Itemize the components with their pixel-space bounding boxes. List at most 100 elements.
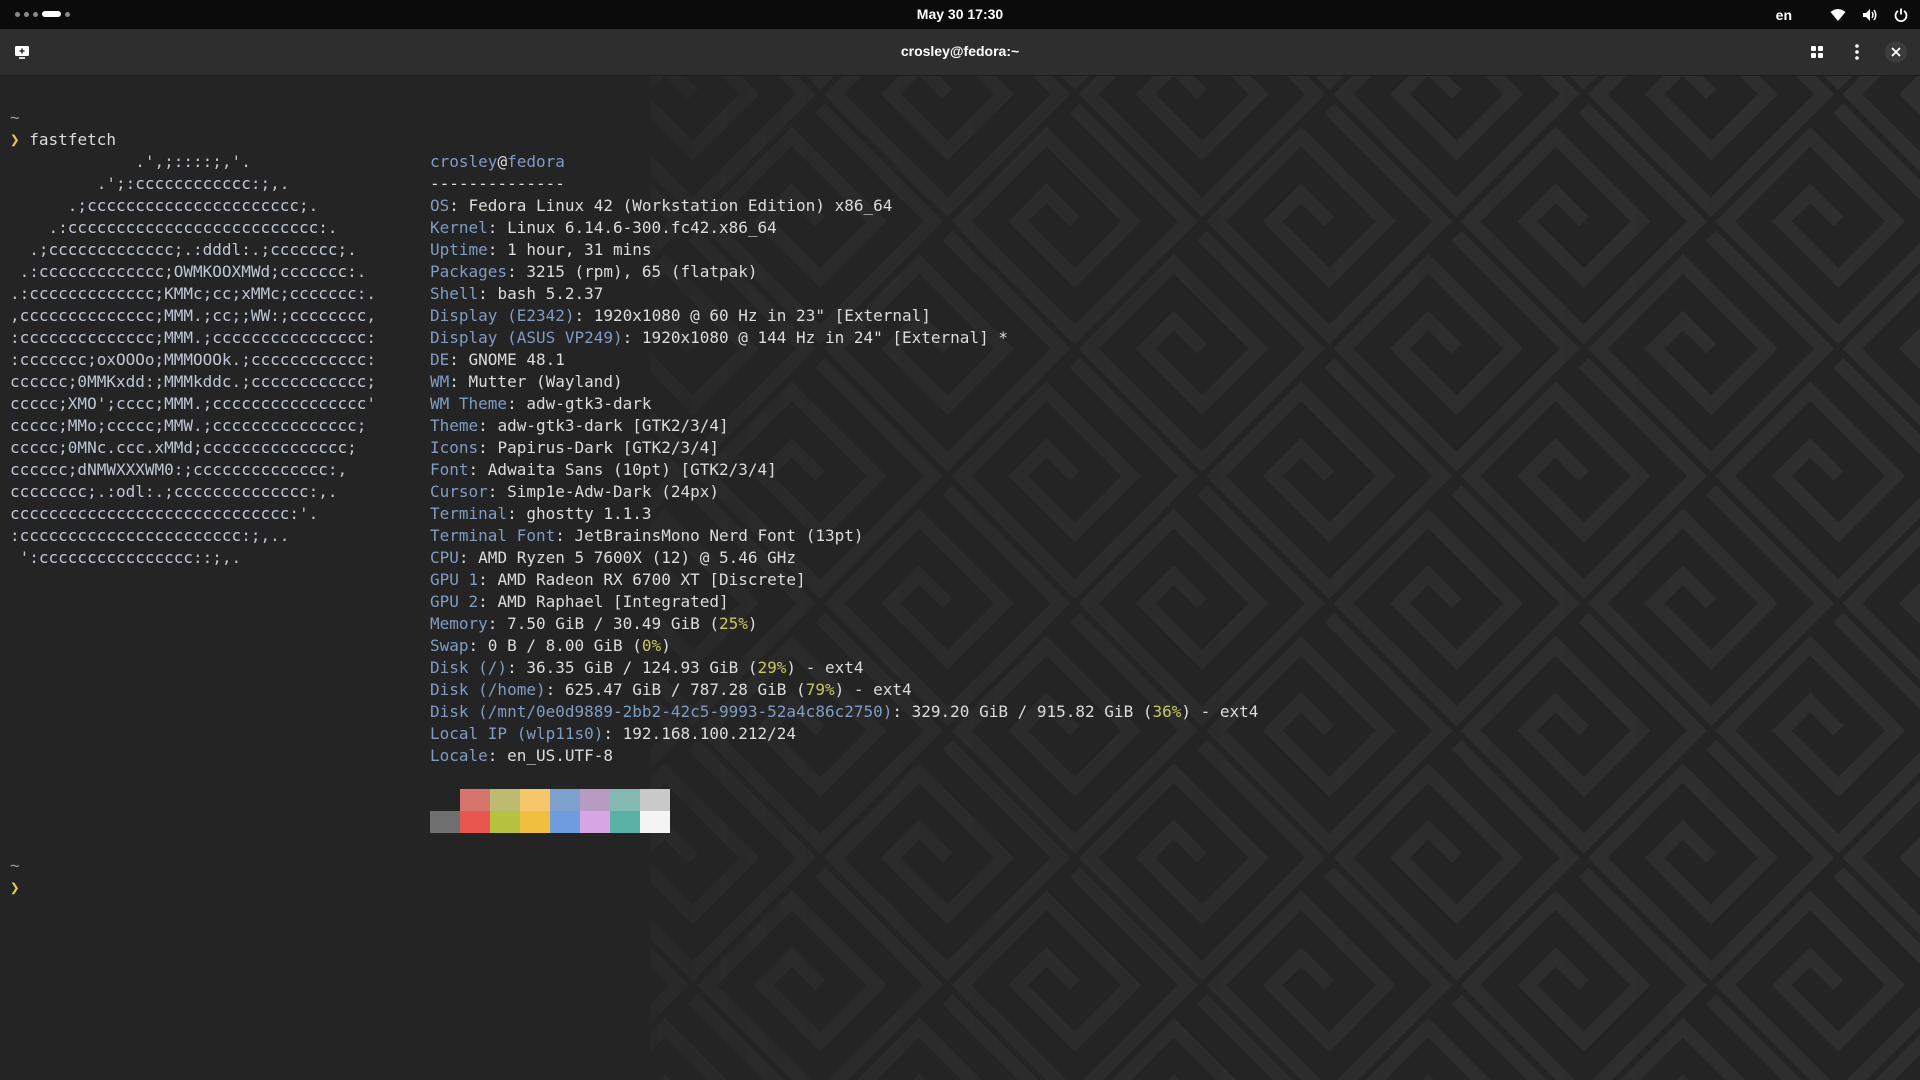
command-text: fastfetch (29, 130, 116, 149)
info-value: : 1920x1080 @ 144 Hz in 24" [External] * (622, 328, 1008, 347)
user-host: crosley@fedora (430, 151, 565, 173)
info-tail: ) - ext4 (786, 658, 864, 677)
ascii-logo-line: .;ccccccccccccc;.:dddl:.;ccccccc;. (10, 240, 357, 259)
palette-swatch (550, 811, 580, 833)
at-sign: @ (497, 152, 508, 171)
ascii-logo-line: ccccc;0MNc.ccc.xMMd;ccccccccccccccc; (10, 438, 357, 457)
info-row: Local IP (wlp11s0): 192.168.100.212/24 (430, 723, 796, 745)
workspace-dot[interactable] (65, 11, 70, 17)
active-prompt[interactable]: ❯ (10, 877, 20, 899)
workspace-dot[interactable] (15, 11, 20, 17)
main-menu-button[interactable] (1843, 38, 1871, 66)
volume-icon[interactable] (1862, 8, 1878, 22)
info-key: Icons (430, 438, 479, 457)
info-value: : 3215 (rpm), 65 (flatpak) (507, 262, 758, 281)
info-key: Kernel (430, 218, 488, 237)
ascii-logo-line: cccccc;0MMKxdd:;MMMkddc.;cccccccccccc; (10, 372, 377, 391)
wifi-icon[interactable] (1830, 8, 1846, 22)
info-key: Terminal Font (430, 526, 556, 545)
info-value: : AMD Raphael [Integrated] (478, 592, 729, 611)
ascii-logo-line: :cccccccccccccc;MMM.;cccccccccccccccc: (10, 328, 377, 347)
info-tail: ) - ext4 (834, 680, 912, 699)
activities-button[interactable] (15, 11, 70, 17)
hostname: fedora (507, 152, 565, 171)
info-row: Theme: adw-gtk3-dark [GTK2/3/4] (430, 415, 729, 437)
info-value: : en_US.UTF-8 (487, 746, 614, 765)
info-key: GPU 2 (430, 592, 479, 611)
ascii-logo-line: .:ccccccccccccc;OWMKOOXMWd;ccccccc:. (10, 262, 367, 281)
ascii-logo-line: cccccc;dNMWXXXWM0:;cccccccccccccc:, (10, 460, 348, 479)
ascii-logo-line: :ccccccc;oxOOOo;MMMOOOk.;cccccccccccc: (10, 350, 377, 369)
info-tail: ) (661, 636, 671, 655)
info-row: Locale: en_US.UTF-8 (430, 745, 613, 767)
info-key: Font (430, 460, 469, 479)
terminal-view[interactable]: ~ ❯ fastfetch .',;::::;,'. .';:ccccccccc… (0, 76, 1920, 1080)
new-tab-icon (15, 46, 29, 59)
info-value: : 0 B / 8.00 GiB ( (468, 636, 642, 655)
info-row: CPU: AMD Ryzen 5 7600X (12) @ 5.46 GHz (430, 547, 796, 569)
info-row: DE: GNOME 48.1 (430, 349, 565, 371)
info-row: Packages: 3215 (rpm), 65 (flatpak) (430, 261, 758, 283)
info-row: WM Theme: adw-gtk3-dark (430, 393, 652, 415)
palette-swatch (580, 789, 610, 811)
info-key: GPU 1 (430, 570, 479, 589)
info-key: Display (E2342) (430, 306, 575, 325)
workspace-dot[interactable] (33, 11, 38, 17)
info-row: OS: Fedora Linux 42 (Workstation Edition… (430, 195, 892, 217)
terminal-headerbar: crosley@fedora:~ (0, 29, 1920, 76)
info-value: : adw-gtk3-dark (507, 394, 652, 413)
info-row: Kernel: Linux 6.14.6-300.fc42.x86_64 (430, 217, 777, 239)
info-key: Terminal (430, 504, 508, 523)
tab-overview-icon (1811, 46, 1823, 58)
info-key: Local IP (wlp11s0) (430, 724, 604, 743)
workspace-active-pill[interactable] (42, 11, 61, 17)
palette-swatch (520, 811, 550, 833)
info-row: Terminal Font: JetBrainsMono Nerd Font (… (430, 525, 863, 547)
info-value: : 192.168.100.212/24 (603, 724, 797, 743)
prompt-path: ~ (10, 108, 20, 127)
info-row: Disk (/home): 625.47 GiB / 787.28 GiB (7… (430, 679, 912, 701)
command-line[interactable]: ❯ fastfetch (10, 129, 116, 151)
info-key: WM Theme (430, 394, 508, 413)
ascii-logo-line: :ccccccccccccccccccccccc:;,.. (10, 526, 290, 545)
info-key: Shell (430, 284, 479, 303)
ascii-logo-line: .;cccccccccccccccccccccc;. (10, 196, 319, 215)
info-value: : Simp1e-Adw-Dark (24px) (487, 482, 719, 501)
info-value: : bash 5.2.37 (478, 284, 604, 303)
tab-overview-button[interactable] (1803, 38, 1831, 66)
info-row: Disk (/mnt/0e0d9889-2bb2-42c5-9993-52a4c… (430, 701, 1258, 723)
input-language[interactable]: en (1776, 7, 1792, 23)
window-title: crosley@fedora:~ (900, 43, 1020, 59)
info-value: : 7.50 GiB / 30.49 GiB ( (487, 614, 719, 633)
info-value: : 625.47 GiB / 787.28 GiB ( (545, 680, 806, 699)
info-tail: ) - ext4 (1181, 702, 1259, 721)
system-tray[interactable]: en (1776, 4, 1908, 26)
info-key: OS (430, 196, 450, 215)
palette-swatch (490, 789, 520, 811)
info-row: Font: Adwaita Sans (10pt) [GTK2/3/4] (430, 459, 777, 481)
prompt-symbol-2: ❯ (10, 878, 20, 897)
info-row: Uptime: 1 hour, 31 mins (430, 239, 652, 261)
info-value: : GNOME 48.1 (449, 350, 565, 369)
info-row: Cursor: Simp1e-Adw-Dark (24px) (430, 481, 719, 503)
info-row: Icons: Papirus-Dark [GTK2/3/4] (430, 437, 719, 459)
info-key: Swap (430, 636, 469, 655)
clock[interactable]: May 30 17:30 (917, 6, 1003, 22)
info-percent: 36% (1152, 702, 1182, 721)
menu-icon (1855, 44, 1859, 60)
new-tab-button[interactable] (8, 38, 36, 66)
power-icon[interactable] (1894, 8, 1908, 22)
info-row: Memory: 7.50 GiB / 30.49 GiB (25%) (430, 613, 758, 635)
info-row: Swap: 0 B / 8.00 GiB (0%) (430, 635, 671, 657)
info-value: : JetBrainsMono Nerd Font (13pt) (555, 526, 864, 545)
ascii-logo-line: .',;::::;,'. (10, 152, 251, 171)
info-key: Uptime (430, 240, 488, 259)
workspace-dot[interactable] (24, 11, 29, 17)
info-row: Disk (/): 36.35 GiB / 124.93 GiB (29%) -… (430, 657, 863, 679)
palette-swatch (430, 789, 460, 811)
ascii-logo-line: ccccccccccccccccccccccccccccc:'. (10, 504, 319, 523)
palette-swatch (640, 811, 670, 833)
ascii-logo-line: cccccccc;.:odl:.;cccccccccccccc:,. (10, 482, 338, 501)
info-percent: 25% (718, 614, 748, 633)
close-button[interactable] (1885, 41, 1907, 63)
